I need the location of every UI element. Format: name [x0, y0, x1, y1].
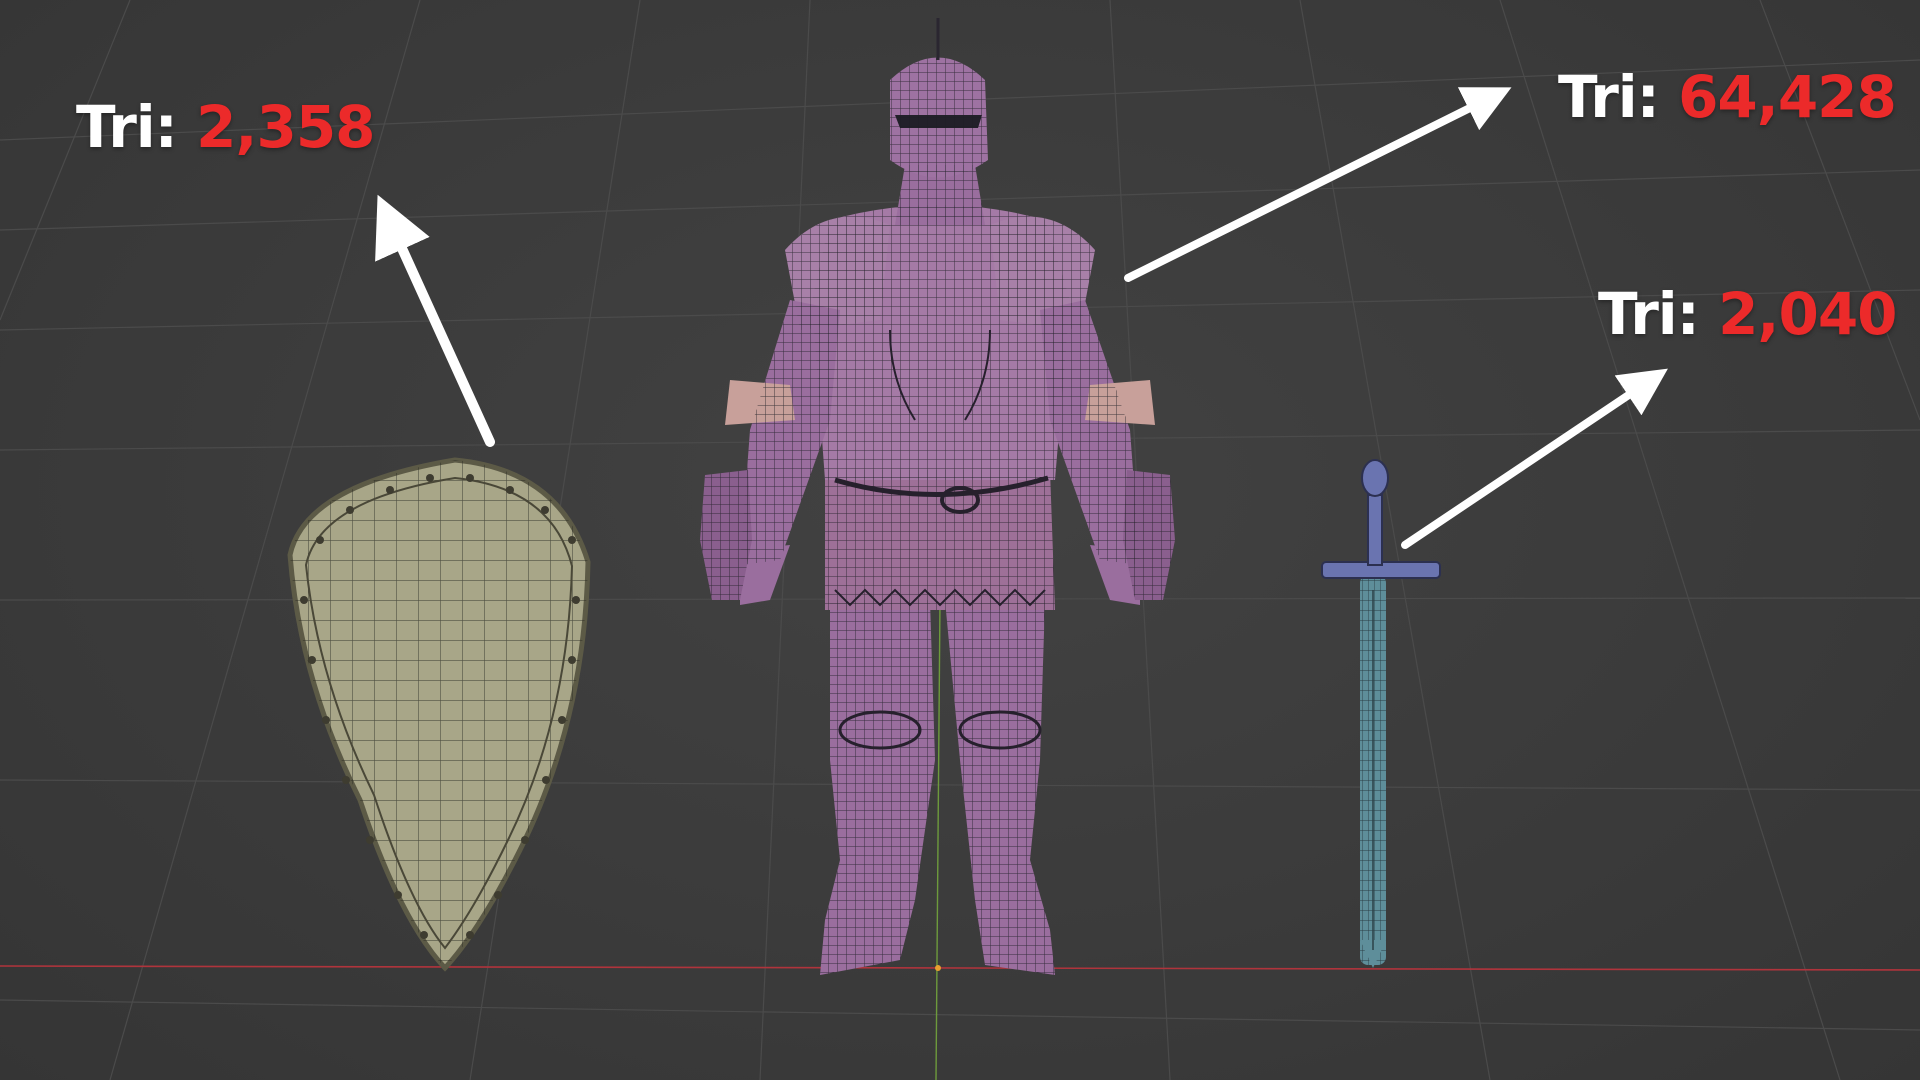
sword-tri-value: 2,040 [1718, 280, 1897, 348]
y-axis-line [935, 599, 941, 1080]
x-axis-line [0, 965, 1920, 971]
knight-arrow [1124, 87, 1512, 282]
knight-tri-count: Tri: 64,428 [1558, 68, 1897, 126]
sword-arrow [1401, 368, 1668, 549]
sword-tri-count: Tri: 2,040 [1598, 285, 1898, 343]
shield-icon[interactable] [287, 457, 591, 972]
knight-tri-prefix: Tri: [1558, 63, 1660, 131]
3d-viewport[interactable]: Tri: 2,358 Tri: 64,428 Tri: 2,040 [0, 0, 1920, 1080]
origin-point [935, 965, 941, 971]
knight-tri-value: 64,428 [1678, 63, 1897, 131]
shield-arrow [375, 194, 495, 447]
sword-tri-prefix: Tri: [1598, 280, 1700, 348]
viewport-scene[interactable] [0, 0, 1920, 1080]
shield-tri-prefix: Tri: [76, 93, 178, 161]
shield-tri-value: 2,358 [196, 93, 375, 161]
shield-tri-count: Tri: 2,358 [76, 98, 376, 156]
